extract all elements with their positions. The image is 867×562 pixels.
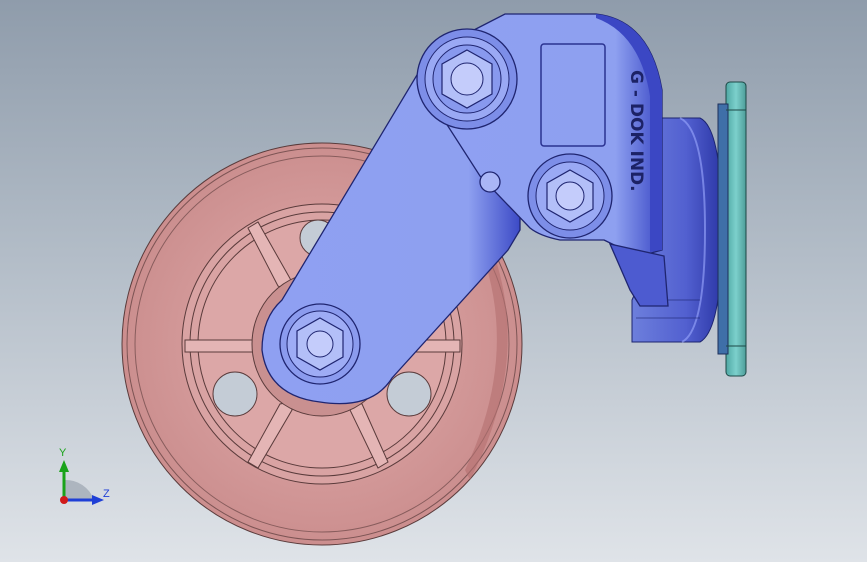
- top-bolt[interactable]: [416, 28, 518, 130]
- caster-model[interactable]: G - DOK IND. Y Z: [0, 0, 867, 562]
- y-axis-arrow-icon: [59, 460, 69, 472]
- y-axis-label: Y: [59, 447, 67, 459]
- axle-nut[interactable]: [279, 303, 361, 385]
- top-mount-plate[interactable]: [717, 81, 747, 377]
- x-axis-dot-icon: [60, 496, 68, 504]
- middle-bolt[interactable]: [527, 153, 613, 239]
- z-axis-label: Z: [103, 488, 110, 500]
- engraved-brand-text: G - DOK IND.: [626, 70, 646, 192]
- orientation-triad[interactable]: Y Z: [59, 447, 110, 505]
- graphics-viewport[interactable]: G - DOK IND. Y Z: [0, 0, 867, 562]
